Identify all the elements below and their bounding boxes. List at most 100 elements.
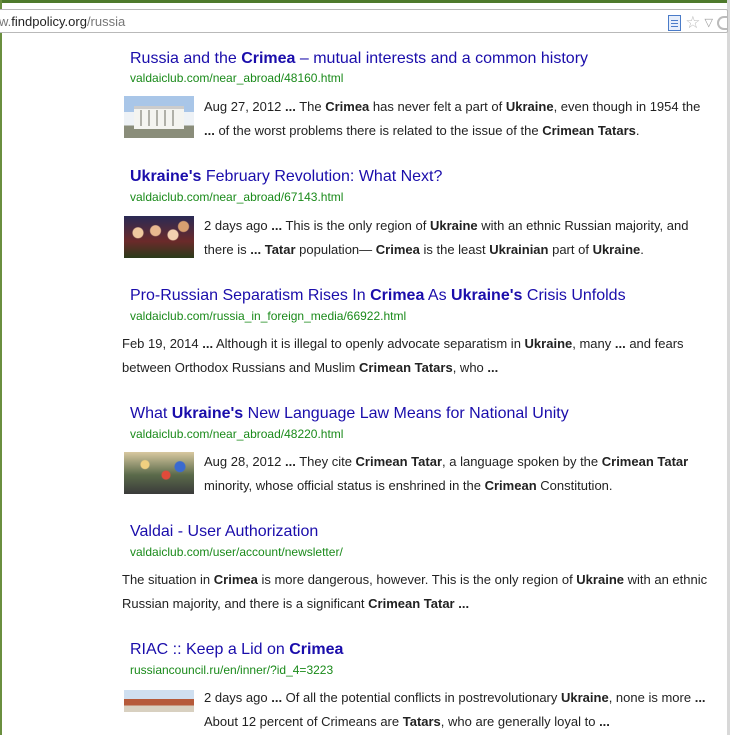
snippet-highlight: ... [250,242,262,257]
result-title-link[interactable]: Russia and the Crimea – mutual interests… [130,50,588,68]
snippet-text: Aug 28, 2012 [204,454,285,469]
snippet-highlight: Crimea [325,99,370,114]
result-url: valdaiclub.com/user/account/newsletter/ [130,545,343,559]
result-snippet: The situation in Crimea is more dangerou… [122,568,707,616]
snippet-line: Feb 19, 2014 ... Although it is illegal … [122,332,684,356]
result-thumbnail-crowd-photo[interactable] [124,216,194,258]
snippet-highlight: Crimean Tatar [601,454,689,469]
snippet-highlight: ... [202,336,214,351]
result-title-link[interactable]: RIAC :: Keep a Lid on Crimea [130,641,343,659]
snippet-text: minority, whose official status is enshr… [204,478,485,493]
snippet-text: 2 days ago [204,690,272,705]
snippet-text: between Orthodox Russians and Muslim [122,360,360,375]
snippet-text: , who [452,360,488,375]
result-title-link[interactable]: What Ukraine's New Language Law Means fo… [130,405,569,423]
snippet-highlight: ... [204,123,215,138]
snippet-text: population— [295,242,376,257]
result-title-link[interactable]: Valdai - User Authorization [130,523,318,541]
title-text: – mutual interests and a common history [295,50,589,67]
result-title-link[interactable]: Pro-Russian Separatism Rises In Crimea A… [130,287,626,305]
column-shape [156,110,158,126]
snippet-highlight: ... [599,714,610,729]
snippet-text: This is the only region of [282,218,430,233]
snippet-text: , even though in 1954 the [553,99,701,114]
snippet-text: is the least [419,242,490,257]
snippet-line: About 12 percent of Crimeans are Tatars,… [204,710,706,734]
snippet-text: is more dangerous, however. This is the … [257,572,577,587]
snippet-highlight: Crimean Tatar [368,596,455,611]
result-thumbnail-rally-photo[interactable] [124,452,194,494]
result-snippet: 2 days ago ... Of all the potential conf… [204,686,706,734]
result-url: valdaiclub.com/near_abroad/48220.html [130,427,344,441]
title-highlight: Ukraine's [130,168,202,185]
result-snippet: Feb 19, 2014 ... Although it is illegal … [122,332,684,380]
snippet-text: Of all the potential conflicts in postre… [282,690,561,705]
snippet-highlight: Crimea [213,572,258,587]
snippet-highlight: Ukraine [505,99,554,114]
snippet-line: 2 days ago ... Of all the potential conf… [204,686,706,710]
snippet-text: . [640,242,644,257]
snippet-highlight: Crimean Tatars [542,123,636,138]
snippet-text: . [635,123,640,138]
title-text: As [424,287,452,304]
snippet-highlight: ... [271,218,283,233]
snippet-text: The situation in [122,572,214,587]
title-text: February Revolution: What Next? [201,168,443,185]
result-url: valdaiclub.com/russia_in_foreign_media/6… [130,309,407,323]
snippet-highlight: ... [284,454,296,469]
snippet-text: part of [548,242,593,257]
snippet-line: ... of the worst problems there is relat… [204,119,700,143]
snippet-text: About 12 percent of Crimeans are [204,714,403,729]
column-shape [164,110,166,126]
snippet-highlight: Crimean Tatar [355,454,443,469]
snippet-highlight: Ukraine [429,218,478,233]
title-text: Valdai - User Authorization [130,523,319,540]
snippet-highlight: Ukraine [592,242,641,257]
column-shape [172,110,174,126]
snippet-text: Although it is illegal to openly advocat… [213,336,525,351]
result-snippet: 2 days ago ... This is the only region o… [204,214,688,262]
result-snippet: Aug 28, 2012 ... They cite Crimean Tatar… [204,450,688,498]
title-highlight: Crimea [370,287,425,304]
snippet-text: , none is more [608,690,695,705]
snippet-highlight: ... [487,360,499,375]
snippet-highlight: ... [694,690,706,705]
snippet-text: 2 days ago [204,218,272,233]
snippet-highlight: ... [614,336,626,351]
snippet-highlight: Ukraine [524,336,573,351]
result-thumbnail-palace-photo[interactable] [124,690,194,712]
snippet-text: has never felt a part of [369,99,506,114]
snippet-text: , a language spoken by the [442,454,602,469]
snippet-line: between Orthodox Russians and Muslim Cri… [122,356,684,380]
title-text: Russia and the [130,50,242,67]
snippet-line: Aug 27, 2012 ... The Crimea has never fe… [204,95,700,119]
snippet-line: Russian majority, and there is a signifi… [122,592,707,616]
snippet-highlight: ... [458,596,470,611]
snippet-highlight: Crimean Tatars [359,360,453,375]
snippet-text: The [295,99,326,114]
column-shape [140,110,142,126]
title-text: Crisis Unfolds [522,287,626,304]
search-results: Russia and the Crimea – mutual interests… [0,0,730,735]
title-highlight: Ukraine's [171,405,244,422]
snippet-highlight: Ukraine [561,690,609,705]
snippet-highlight: Crimean [484,478,537,493]
snippet-line: there is ... Tatar population— Crimea is… [204,238,688,262]
snippet-text: and fears [625,336,684,351]
result-title-link[interactable]: Ukraine's February Revolution: What Next… [130,168,442,186]
snippet-text: Aug 27, 2012 [204,99,285,114]
snippet-highlight: Tatars [402,714,441,729]
result-thumbnail-building-photo[interactable] [124,96,194,138]
snippet-line: Aug 28, 2012 ... They cite Crimean Tatar… [204,450,688,474]
snippet-line: The situation in Crimea is more dangerou… [122,568,707,592]
snippet-highlight: Ukrainian [489,242,549,257]
snippet-highlight: ... [271,690,283,705]
title-highlight: Crimea [241,50,296,67]
snippet-text: , who are generally loyal to [440,714,600,729]
snippet-highlight: Crimea [375,242,420,257]
result-snippet: Aug 27, 2012 ... The Crimea has never fe… [204,95,700,143]
title-highlight: Crimea [289,641,344,658]
snippet-line: 2 days ago ... This is the only region o… [204,214,688,238]
snippet-text: Constitution. [536,478,613,493]
snippet-text: Feb 19, 2014 [122,336,203,351]
